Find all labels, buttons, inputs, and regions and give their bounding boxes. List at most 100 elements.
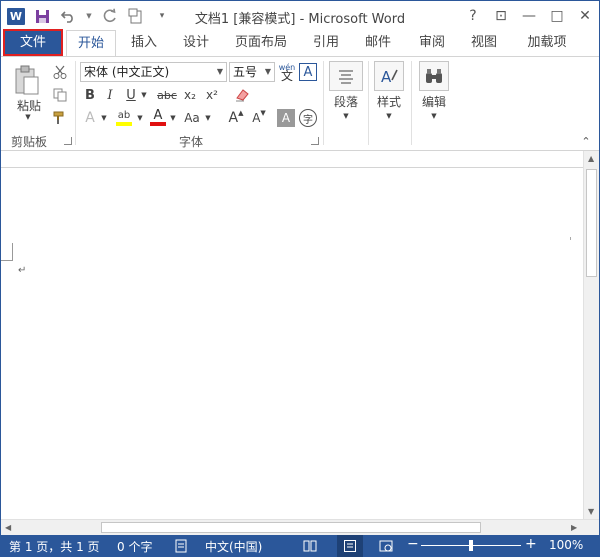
grow-font-button[interactable]: A ▲ <box>226 109 246 127</box>
svg-text:A: A <box>381 68 392 86</box>
italic-button[interactable]: I <box>102 86 118 104</box>
vertical-scrollbar[interactable]: ▲ ▼ <box>583 151 599 519</box>
font-name-value: 宋体 (中文正文) <box>84 65 170 79</box>
read-mode-icon[interactable] <box>303 539 317 555</box>
minimize-button[interactable]: — <box>515 1 543 31</box>
print-layout-icon[interactable] <box>337 535 363 557</box>
horizontal-scroll-thumb[interactable] <box>101 522 481 533</box>
new-document-icon[interactable] <box>127 7 145 25</box>
zoom-slider-thumb[interactable] <box>469 540 473 551</box>
close-button[interactable]: ✕ <box>571 1 599 31</box>
tab-review[interactable]: 审阅 <box>409 30 455 56</box>
tab-view[interactable]: 视图 <box>461 30 507 56</box>
scroll-down-icon[interactable]: ▼ <box>588 507 594 516</box>
vertical-scroll-thumb[interactable] <box>586 169 597 277</box>
tab-mailings[interactable]: 邮件 <box>355 30 401 56</box>
ribbon-display-options-button[interactable]: ⊡ <box>487 1 515 31</box>
change-case-dropdown-icon[interactable]: ▼ <box>203 109 213 127</box>
word-logo-icon[interactable]: W <box>7 7 25 25</box>
phonetic-guide-button[interactable]: wén 文 <box>277 61 297 83</box>
font-launcher-icon[interactable] <box>311 137 319 145</box>
font-color-swatch <box>150 122 166 126</box>
horizontal-scrollbar[interactable]: ◀ ▶ <box>1 519 599 535</box>
paste-dropdown-icon[interactable]: ▼ <box>23 113 33 121</box>
font-color-button[interactable]: A <box>148 107 168 129</box>
window-controls: ? ⊡ — □ ✕ <box>459 1 599 31</box>
highlighter-icon: ab <box>117 110 131 121</box>
editing-dropdown-icon[interactable]: ▼ <box>429 111 439 121</box>
group-separator <box>368 61 369 145</box>
undo-icon[interactable] <box>59 7 77 25</box>
word-count[interactable]: 0 个字 <box>117 538 152 555</box>
help-button[interactable]: ? <box>459 1 487 31</box>
zoom-out-button[interactable]: − <box>407 536 419 552</box>
paragraph-dropdown-icon[interactable]: ▼ <box>341 111 351 121</box>
change-case-button[interactable]: Aa <box>181 109 203 127</box>
highlight-dropdown-icon[interactable]: ▼ <box>135 109 145 127</box>
character-border-button[interactable]: A <box>299 63 317 81</box>
subscript-button[interactable]: x₂ <box>181 86 199 104</box>
tab-design[interactable]: 设计 <box>173 30 219 56</box>
styles-dropdown-icon[interactable]: ▼ <box>384 111 394 121</box>
highlight-button[interactable]: ab <box>113 107 135 129</box>
clear-formatting-icon[interactable] <box>233 86 251 104</box>
document-area[interactable]: ↵ <box>1 151 599 519</box>
scroll-up-icon[interactable]: ▲ <box>588 154 594 163</box>
tab-insert[interactable]: 插入 <box>121 30 167 56</box>
character-shading-button[interactable]: A <box>277 109 295 127</box>
bold-button[interactable]: B <box>82 86 98 104</box>
paragraph-mark: ↵ <box>18 265 27 276</box>
scroll-right-icon[interactable]: ▶ <box>571 523 577 532</box>
redo-icon[interactable] <box>101 7 119 25</box>
copy-icon[interactable] <box>51 86 69 104</box>
highlight-color-swatch <box>116 122 132 126</box>
text-effects-button[interactable]: A <box>81 109 99 127</box>
tab-addins[interactable]: 加载项 <box>519 30 575 56</box>
restore-button[interactable]: □ <box>543 1 571 31</box>
format-painter-icon[interactable] <box>51 109 69 127</box>
editing-button[interactable]: 编辑 <box>417 93 451 109</box>
word-window: W ▼ ▾ 文档1 [兼容模式] - Microsoft Word ? ⊡ — … <box>0 0 600 557</box>
customize-qat-icon[interactable]: ▾ <box>153 7 171 25</box>
text-effects-dropdown-icon[interactable]: ▼ <box>99 109 109 127</box>
tab-page-layout[interactable]: 页面布局 <box>229 30 293 56</box>
proofing-icon[interactable] <box>175 539 189 556</box>
zoom-level[interactable]: 100% <box>549 538 583 552</box>
page-count[interactable]: 第 1 页，共 1 页 <box>9 538 100 555</box>
save-icon[interactable] <box>33 7 51 25</box>
right-margin-mark <box>570 237 571 240</box>
shrink-font-button[interactable]: A ▼ <box>249 109 269 127</box>
cut-icon[interactable] <box>51 63 69 81</box>
paste-icon[interactable] <box>11 63 43 97</box>
zoom-in-button[interactable]: + <box>525 536 537 552</box>
collapse-ribbon-icon[interactable]: ⌃ <box>579 135 593 148</box>
tab-file[interactable]: 文件 <box>3 29 63 56</box>
styles-icon[interactable]: A <box>374 61 404 91</box>
quick-access-toolbar: W ▼ ▾ <box>7 7 171 25</box>
web-layout-icon[interactable] <box>379 539 393 556</box>
binoculars-icon[interactable] <box>419 61 449 91</box>
shrink-font-letter: A <box>252 111 261 125</box>
tab-home[interactable]: 开始 <box>66 30 116 57</box>
underline-button[interactable]: U <box>123 86 139 104</box>
status-bar: 第 1 页，共 1 页 0 个字 中文(中国) − + 100% <box>1 535 599 557</box>
paste-button[interactable]: 粘贴 <box>9 97 49 113</box>
superscript-button[interactable]: x² <box>203 86 221 104</box>
paragraph-icon[interactable] <box>329 61 363 91</box>
enclose-characters-button[interactable]: 字 <box>299 109 317 127</box>
scroll-left-icon[interactable]: ◀ <box>5 523 11 532</box>
group-separator <box>323 61 324 145</box>
font-size-combobox[interactable]: 五号 ▼ <box>229 62 275 82</box>
styles-button[interactable]: 样式 <box>372 93 406 109</box>
font-name-combobox[interactable]: 宋体 (中文正文) ▼ <box>80 62 227 82</box>
paragraph-button[interactable]: 段落 <box>329 93 363 109</box>
underline-dropdown-icon[interactable]: ▼ <box>139 86 149 104</box>
chevron-down-icon: ▼ <box>216 67 223 76</box>
tab-references[interactable]: 引用 <box>303 30 349 56</box>
undo-dropdown-icon[interactable]: ▼ <box>85 7 93 25</box>
title-bar: W ▼ ▾ 文档1 [兼容模式] - Microsoft Word ? ⊡ — … <box>1 1 599 31</box>
clipboard-launcher-icon[interactable] <box>64 137 72 145</box>
strikethrough-button[interactable]: abc <box>156 86 178 104</box>
font-color-dropdown-icon[interactable]: ▼ <box>168 109 178 127</box>
language-indicator[interactable]: 中文(中国) <box>205 538 262 555</box>
